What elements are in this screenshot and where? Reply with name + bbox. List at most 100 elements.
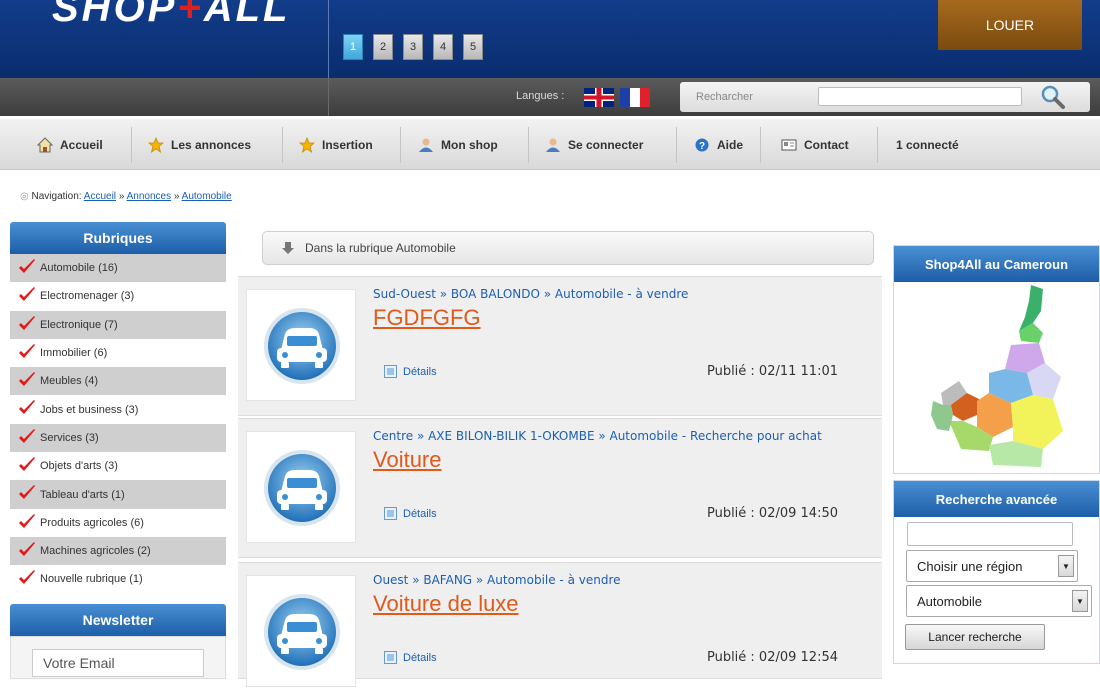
map-panel-title: Shop4All au Cameroun [894, 246, 1099, 282]
rubrique-banner: Dans la rubrique Automobile [262, 231, 874, 265]
help-icon: ? [694, 137, 710, 153]
nav-separator [877, 127, 878, 163]
rubrique-label: Electromenager (3) [40, 290, 135, 303]
rubrique-label: Immobilier (6) [40, 347, 108, 360]
chevron-down-icon: ▼ [1058, 555, 1074, 577]
contact-card-icon [781, 137, 797, 153]
rubrique-item[interactable]: Meubles (4) [10, 367, 226, 396]
rubrique-label: Nouvelle rubrique (1) [40, 573, 143, 586]
car-icon[interactable] [246, 431, 356, 543]
nav-separator [528, 127, 529, 163]
search-input[interactable] [818, 87, 1022, 106]
lancer-recherche-button[interactable]: Lancer recherche [905, 624, 1045, 650]
nav-separator [400, 127, 401, 163]
car-icon[interactable] [246, 575, 356, 687]
rubrique-item[interactable]: Electronique (7) [10, 310, 226, 339]
louer-button[interactable]: LOUER [938, 0, 1082, 50]
check-icon [18, 315, 36, 332]
rubrique-item[interactable]: Machines agricoles (2) [10, 536, 226, 566]
nav-insertion[interactable]: Insertion [298, 119, 373, 170]
site-logo[interactable]: SHOP+ALL [52, 0, 290, 31]
page-button-5[interactable]: 5 [463, 34, 483, 60]
rubrique-item[interactable]: Jobs et business (3) [10, 395, 226, 424]
region-select[interactable]: Choisir une région ▼ [906, 550, 1078, 582]
rubrique-label: Machines agricoles (2) [40, 545, 151, 558]
user-icon [545, 137, 561, 153]
nav-accueil[interactable]: Accueil [36, 119, 103, 170]
category-select[interactable]: Automobile ▼ [906, 585, 1092, 617]
check-icon [18, 485, 36, 501]
user-icon [418, 137, 434, 153]
newsletter-email-input[interactable]: Votre Email [32, 649, 204, 677]
page-button-1[interactable]: 1 [343, 34, 363, 60]
annonce-item: Ouest » BAFANG » Automobile - à vendre V… [238, 562, 882, 687]
annonce-date: Publié : 02/09 12:54 [706, 650, 838, 665]
star-icon [147, 136, 165, 153]
fr-flag-icon[interactable] [620, 88, 650, 107]
annonce-details-link[interactable]: Détails [384, 365, 437, 378]
nav-les-annonces[interactable]: Les annonces [147, 119, 251, 170]
breadcrumb-link-accueil[interactable]: Accueil [84, 191, 116, 202]
subbar-divider [328, 78, 329, 116]
check-icon [18, 400, 36, 416]
star-icon [298, 136, 316, 153]
rubrique-item[interactable]: Tableau d'arts (1) [10, 480, 226, 509]
annonce-title-link[interactable]: Voiture [373, 447, 442, 473]
annonce-details-link[interactable]: Détails [384, 651, 437, 664]
rubriques-header: Rubriques [10, 222, 226, 254]
langues-label: Langues : [516, 90, 565, 102]
magnifier-icon[interactable] [1040, 84, 1066, 110]
rubrique-label: Jobs et business (3) [40, 403, 139, 416]
breadcrumb-link-annonces[interactable]: Annonces [127, 191, 171, 202]
cameroon-map[interactable] [893, 281, 1100, 473]
rubrique-label: Meubles (4) [40, 375, 99, 388]
details-icon [384, 507, 397, 520]
rubrique-label: Tableau d'arts (1) [40, 488, 125, 501]
rubrique-label: Automobile (16) [40, 262, 118, 275]
check-icon [18, 428, 36, 445]
check-icon [18, 570, 36, 586]
breadcrumb-link-automobile[interactable]: Automobile [182, 191, 232, 202]
rubrique-item[interactable]: Services (3) [10, 423, 226, 453]
annonce-path: Sud-Ouest » BOA BALONDO » Automobile - à… [373, 287, 689, 301]
rubrique-item[interactable]: Objets d'arts (3) [10, 452, 226, 481]
page-button-2[interactable]: 2 [373, 34, 393, 60]
car-icon[interactable] [246, 289, 356, 401]
home-icon [36, 136, 54, 153]
annonce-title-link[interactable]: FGDFGFG [373, 305, 481, 331]
annonce-title-link[interactable]: Voiture de luxe [373, 591, 519, 617]
check-icon [18, 541, 36, 558]
rubrique-label: Electronique (7) [40, 318, 118, 331]
nav-aide[interactable]: ? Aide [694, 119, 743, 170]
check-icon [18, 287, 36, 303]
nav-separator [131, 127, 132, 163]
rubrique-item[interactable]: Immobilier (6) [10, 338, 226, 368]
rubrique-item[interactable]: Produits agricoles (6) [10, 508, 226, 537]
annonce-details-link[interactable]: Détails [384, 507, 437, 520]
rubrique-item[interactable]: Nouvelle rubrique (1) [10, 565, 226, 594]
nav-contact[interactable]: Contact [781, 119, 849, 170]
rubrique-item[interactable]: Electromenager (3) [10, 282, 226, 311]
nav-separator [760, 127, 761, 163]
advanced-search-input[interactable] [907, 522, 1073, 546]
uk-flag-icon[interactable] [584, 88, 614, 107]
page-button-4[interactable]: 4 [433, 34, 453, 60]
connected-count: 1 connecté [896, 137, 959, 152]
check-icon [18, 259, 36, 275]
rubrique-label: Produits agricoles (6) [40, 516, 144, 529]
advanced-search-title: Recherche avancée [894, 481, 1099, 517]
nav-se-connecter[interactable]: Se connecter [545, 119, 643, 170]
details-icon [384, 365, 397, 378]
annonce-date: Publié : 02/09 14:50 [706, 506, 838, 521]
rubrique-item[interactable]: Automobile (16) [10, 254, 226, 283]
rubriques-list: Automobile (16) Electromenager (3) Electro… [10, 254, 226, 594]
breadcrumb: ◎ Navigation: Accueil » Annonces » Autom… [20, 191, 232, 202]
chevron-down-icon: ▼ [1072, 590, 1088, 612]
nav-mon-shop[interactable]: Mon shop [418, 119, 498, 170]
nav-separator [282, 127, 283, 163]
down-arrow-icon [281, 241, 295, 255]
page-button-3[interactable]: 3 [403, 34, 423, 60]
annonce-item: Centre » AXE BILON-BILIK 1-OKOMBE » Auto… [238, 418, 882, 558]
annonce-path: Ouest » BAFANG » Automobile - à vendre [373, 573, 621, 587]
check-icon [18, 457, 36, 473]
